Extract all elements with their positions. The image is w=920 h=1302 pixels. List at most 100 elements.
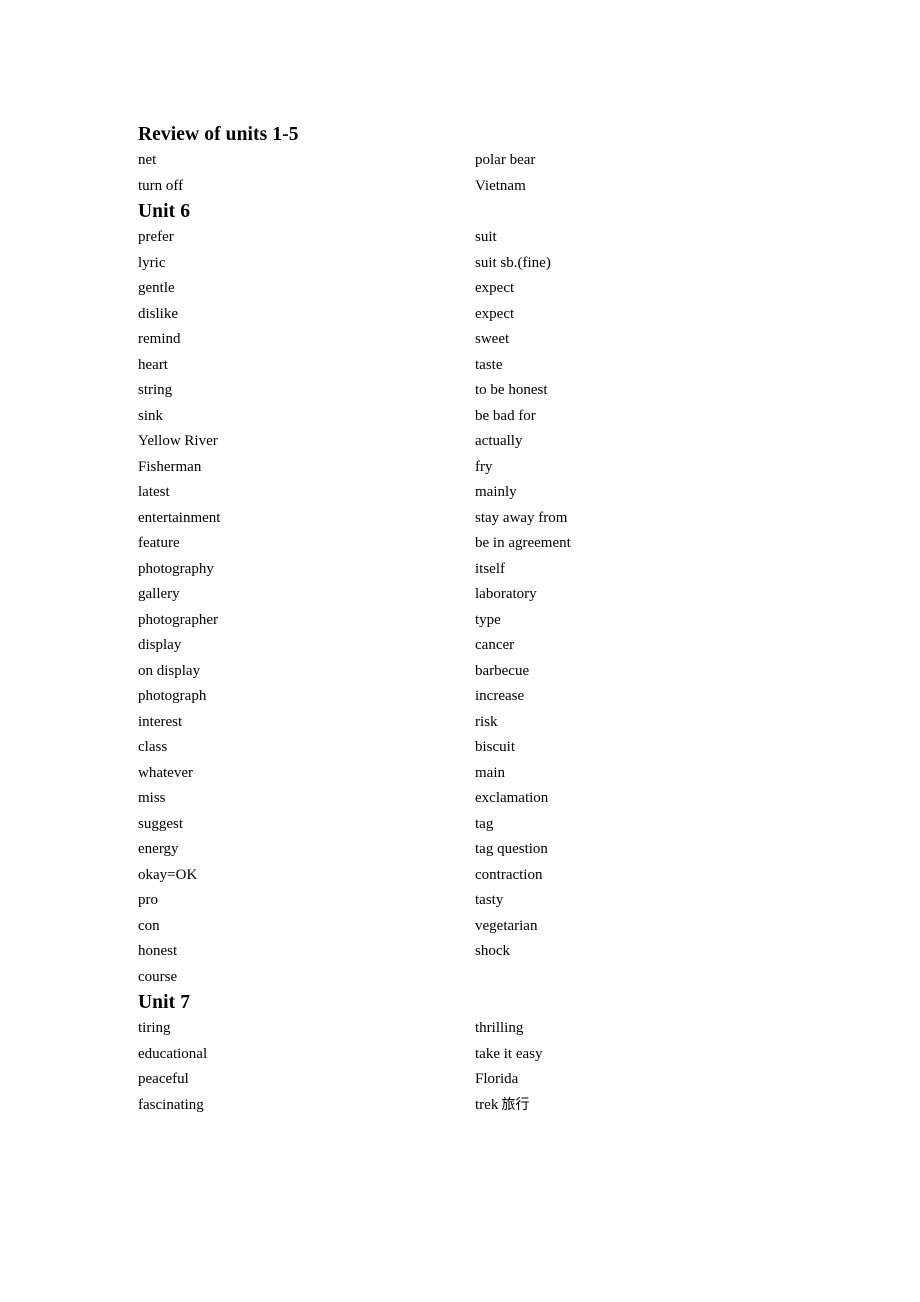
word-entry-left: gentle xyxy=(138,280,175,296)
word-entry-left: turn off xyxy=(138,177,184,194)
word-entry-right: actually xyxy=(475,429,522,455)
word-entry-right-text: be in agreement xyxy=(475,535,571,551)
word-entry-right: sweet xyxy=(475,327,509,353)
word-entry-right-text: trek xyxy=(475,1096,499,1113)
word-entry-left: tiring xyxy=(138,1020,171,1036)
word-entry-right-text: type xyxy=(475,611,501,628)
word-entry-right-text: tasty xyxy=(475,892,504,908)
word-pair-row: lyric suit sb.(fine) xyxy=(138,251,778,277)
word-pair-row: whatever main xyxy=(138,761,778,787)
word-entry-right-text: Vietnam xyxy=(475,177,526,194)
word-entry-left: honest xyxy=(138,943,178,959)
word-entry-left: photographer xyxy=(138,611,218,628)
word-pair-row: gentle expect xyxy=(138,276,778,302)
word-entry-right-text: thrilling xyxy=(475,1020,524,1036)
word-entry-right-text: shock xyxy=(475,943,510,959)
word-entry-right-text: sweet xyxy=(475,331,510,347)
word-pair-row: heart taste xyxy=(138,353,778,379)
word-pair-row: energy tag question xyxy=(138,837,778,863)
word-entry-left: photograph xyxy=(138,688,207,704)
word-entry-left: dislike xyxy=(138,305,178,322)
word-entry-right-text: cancer xyxy=(475,637,515,653)
word-entry-translation: 旅行 xyxy=(501,1096,530,1113)
word-entry-left: prefer xyxy=(138,229,174,245)
word-entry-left: pro xyxy=(138,892,158,908)
word-pair-row: tiring thrilling xyxy=(138,1016,778,1042)
word-entry-left: display xyxy=(138,637,182,653)
word-pair-row: sink be bad for xyxy=(138,404,778,430)
word-entry-right: be in agreement xyxy=(475,531,571,557)
word-pair-row: Fisherman fry xyxy=(138,455,778,481)
word-entry-left: okay=OK xyxy=(138,866,198,883)
word-entry-left: interest xyxy=(138,713,183,730)
word-entry-right: suit sb.(fine) xyxy=(475,251,551,277)
word-pair-row: peaceful Florida xyxy=(138,1067,778,1093)
word-pair-row: photograph increase xyxy=(138,684,778,710)
word-pair-row: honest shock xyxy=(138,939,778,965)
word-entry-right-text: be bad for xyxy=(475,407,536,424)
word-entry-left: sink xyxy=(138,407,164,424)
word-pair-row: fascinating trek 旅行 xyxy=(138,1093,778,1119)
word-pair-row: feature be in agreement xyxy=(138,531,778,557)
word-entry-right: barbecue xyxy=(475,659,529,685)
word-entry-left: Yellow River xyxy=(138,433,218,449)
vocabulary-section: Unit 6 prefer suit lyric suit sb.(fine) gentl… xyxy=(138,199,778,990)
word-entry-left: latest xyxy=(138,484,170,500)
word-entry-right-text: actually xyxy=(475,433,523,449)
word-pair-row: pro tasty xyxy=(138,888,778,914)
word-entry-right: tasty xyxy=(475,888,503,914)
word-entry-left: photography xyxy=(138,560,214,577)
word-entry-right-text: tag xyxy=(475,815,494,832)
word-entry-right: suit xyxy=(475,225,497,251)
word-entry-right-text: suit xyxy=(475,229,497,245)
word-entry-right: increase xyxy=(475,684,524,710)
word-pair-row: entertainment stay away from xyxy=(138,506,778,532)
word-entry-right: be bad for xyxy=(475,404,536,430)
word-pair-row: okay=OK contraction xyxy=(138,863,778,889)
word-entry-right: to be honest xyxy=(475,378,548,404)
word-entry-left: on display xyxy=(138,662,201,679)
word-pair-row: remind sweet xyxy=(138,327,778,353)
word-entry-right: mainly xyxy=(475,480,517,506)
word-entry-left: string xyxy=(138,382,173,398)
word-entry-left: entertainment xyxy=(138,509,221,526)
word-pair-row: display cancer xyxy=(138,633,778,659)
word-entry-right-text: vegetarian xyxy=(475,917,538,934)
word-entry-left: heart xyxy=(138,356,168,373)
section-heading: Unit 6 xyxy=(138,201,191,222)
vocabulary-content: Review of units 1-5 net polar bear turn off… xyxy=(138,122,778,1118)
section-heading: Unit 7 xyxy=(138,992,191,1013)
word-pair-row: miss exclamation xyxy=(138,786,778,812)
word-entry-right-text: mainly xyxy=(475,484,517,500)
word-pair-row: gallery laboratory xyxy=(138,582,778,608)
word-entry-right: main xyxy=(475,761,505,787)
word-entry-right: expect xyxy=(475,276,514,302)
vocabulary-section: Review of units 1-5 net polar bear turn off… xyxy=(138,122,778,199)
word-entry-right: Florida xyxy=(475,1067,518,1093)
word-entry-right-text: increase xyxy=(475,688,525,704)
word-entry-right-text: take it easy xyxy=(475,1045,543,1062)
word-entry-right-text: taste xyxy=(475,356,503,373)
word-pair-row: suggest tag xyxy=(138,812,778,838)
word-entry-right-text: polar bear xyxy=(475,152,536,168)
word-entry-right-text: tag question xyxy=(475,841,548,857)
word-entry-right-text: stay away from xyxy=(475,509,568,526)
word-pair-row: class biscuit xyxy=(138,735,778,761)
word-entry-right: type xyxy=(475,608,501,634)
word-entry-right-text: biscuit xyxy=(475,739,515,755)
word-entry-left: fascinating xyxy=(138,1096,204,1113)
word-entry-right-text: suit sb.(fine) xyxy=(475,254,551,271)
word-entry-right: biscuit xyxy=(475,735,515,761)
word-entry-right-text: expect xyxy=(475,305,515,322)
word-entry-left: con xyxy=(138,917,160,934)
word-entry-left: peaceful xyxy=(138,1071,189,1087)
word-entry-right: polar bear xyxy=(475,148,535,174)
word-entry-right: stay away from xyxy=(475,506,567,532)
word-entry-right-text: risk xyxy=(475,713,498,730)
word-entry-right: Vietnam xyxy=(475,174,526,200)
word-pair-row: educational take it easy xyxy=(138,1042,778,1068)
word-pair-row: dislike expect xyxy=(138,302,778,328)
word-entry-left: educational xyxy=(138,1045,208,1062)
word-pair-row: string to be honest xyxy=(138,378,778,404)
word-pair-row: on display barbecue xyxy=(138,659,778,685)
